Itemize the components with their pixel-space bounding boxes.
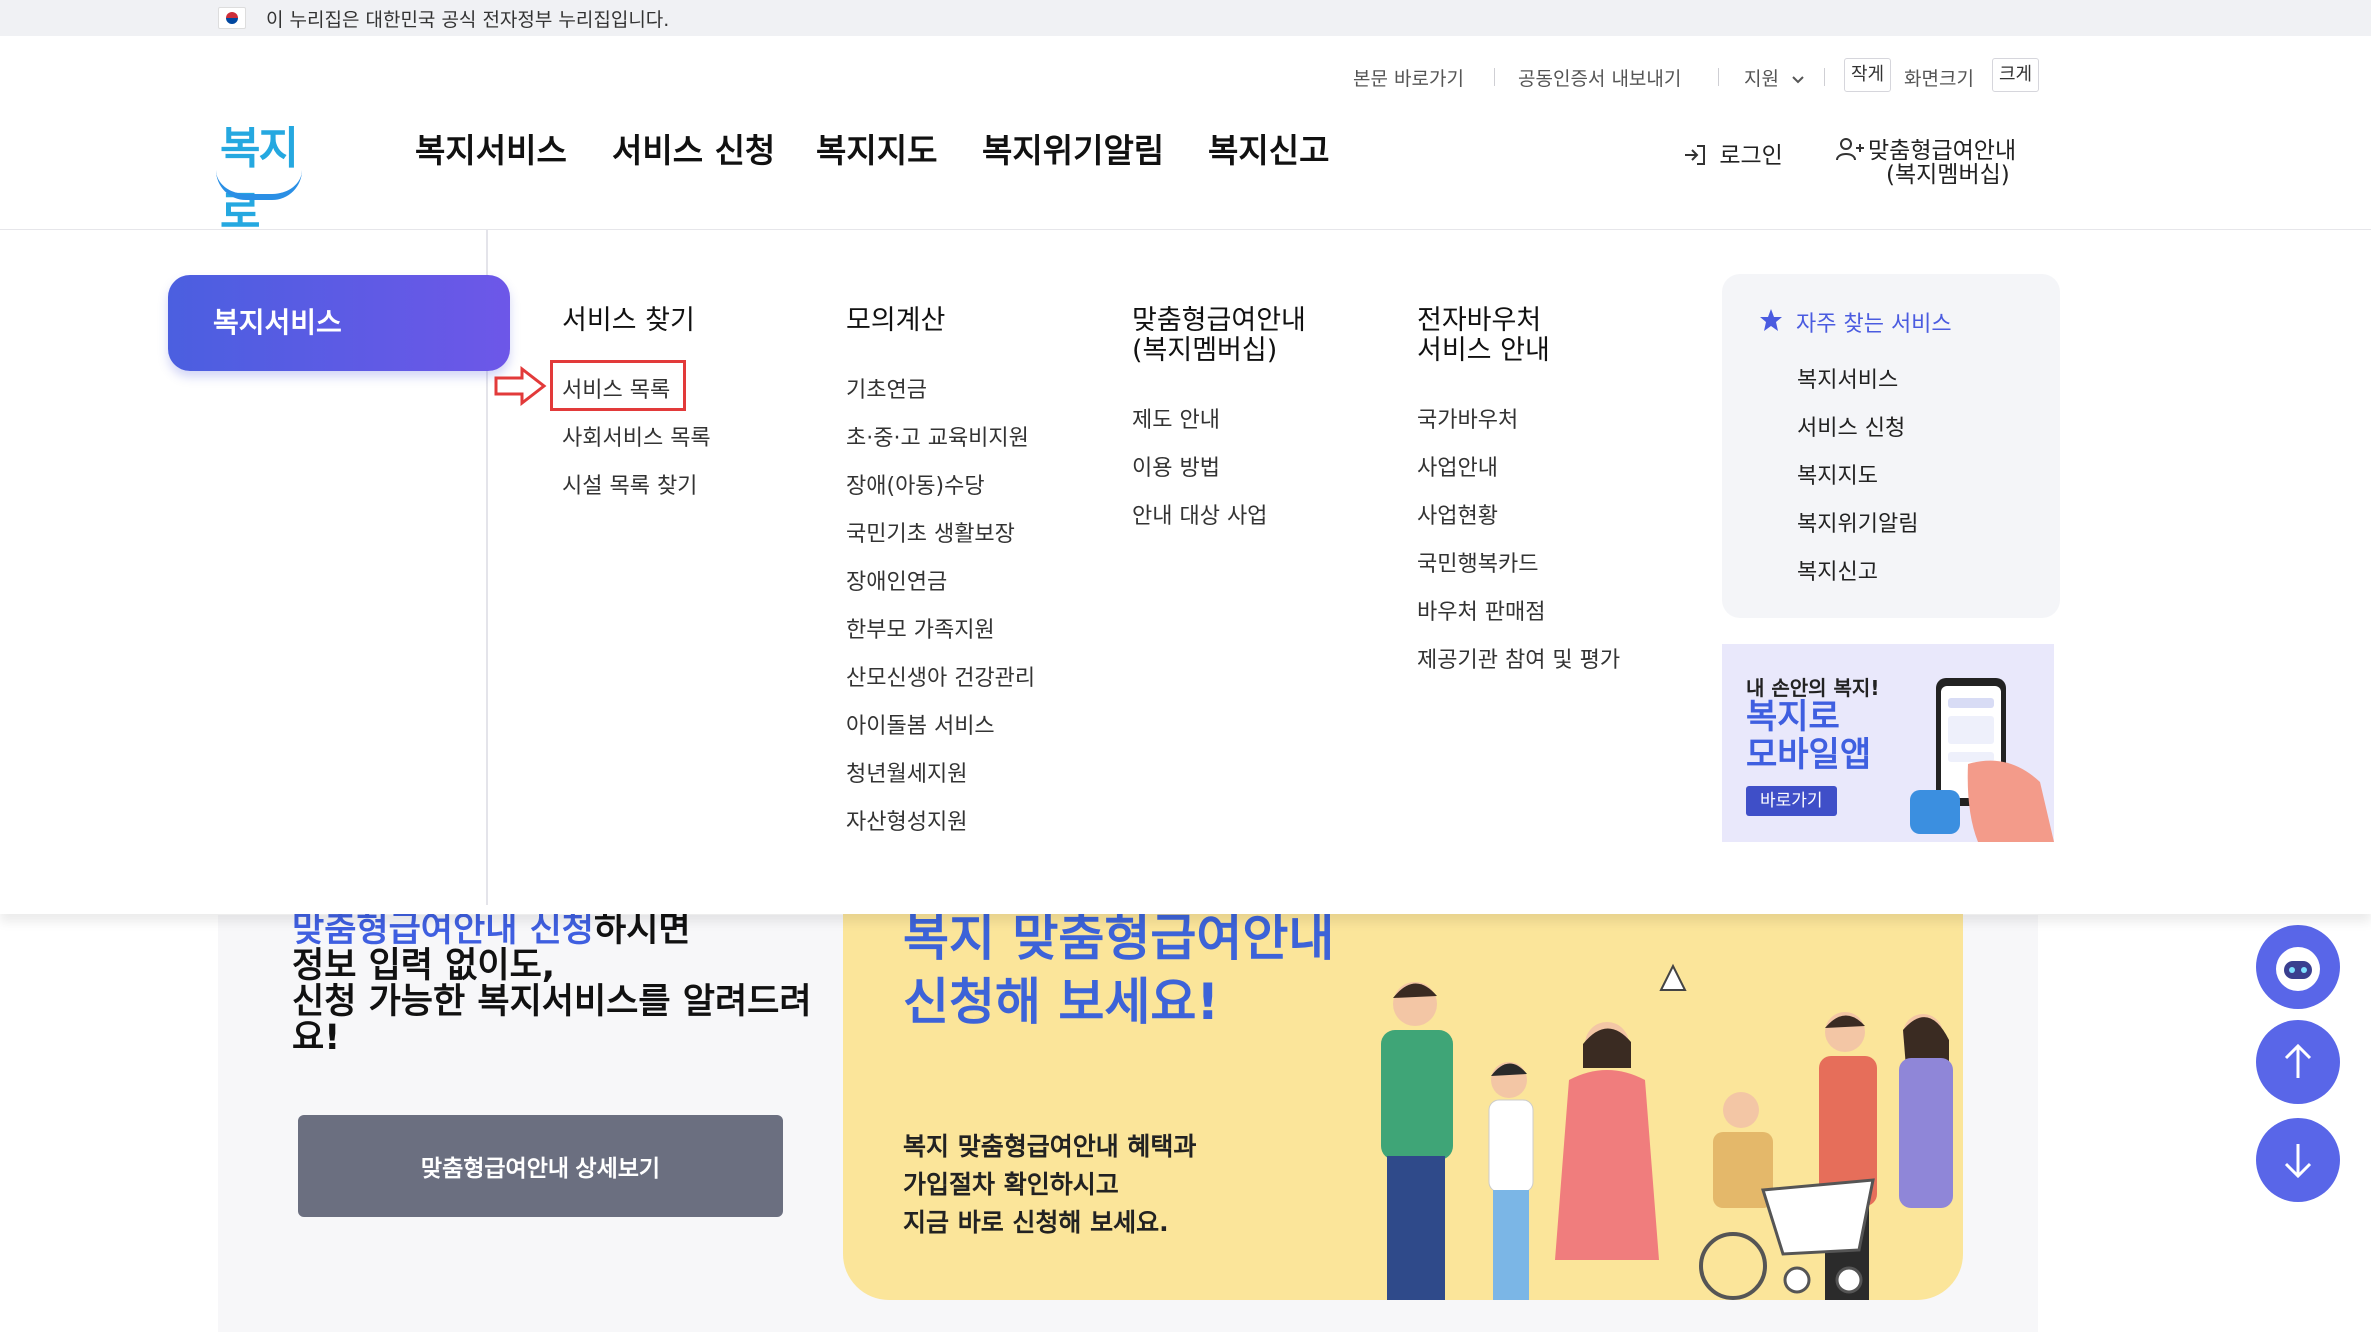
column-title-voucher-line2: 서비스 안내 (1417, 335, 1550, 366)
favorite-item-crisis-alert[interactable]: 복지위기알림 (1797, 506, 1918, 538)
menu-item-how-to-use[interactable]: 이용 방법 (1132, 450, 1220, 482)
site-logo[interactable]: 복지로 (212, 112, 308, 238)
chatbot-button[interactable] (2256, 925, 2340, 1009)
chevron-down-icon (1792, 76, 1804, 84)
menu-item-service-list[interactable]: 서비스 목록 (562, 372, 670, 404)
menu-item-childcare-service[interactable]: 아이돌봄 서비스 (846, 708, 995, 740)
column-title-voucher-line1: 전자바우처 (1417, 305, 1542, 336)
promo-line4: 요! (292, 1018, 341, 1058)
family-illustration (1381, 963, 1953, 1300)
skip-to-content-link[interactable]: 본문 바로가기 (1353, 64, 1464, 91)
column-title-simulation: 모의계산 (846, 305, 946, 336)
gnb-welfare-report[interactable]: 복지신고 (1208, 124, 1329, 172)
banner-description: 복지 맞춤형급여안내 혜택과 가입절차 확인하시고 지금 바로 신청해 보세요. (903, 1128, 1196, 1242)
banner-title-line2: 신청해 보세요! (903, 973, 1220, 1031)
gnb-crisis-alert[interactable]: 복지위기알림 (982, 124, 1164, 172)
favorite-item-service-apply[interactable]: 서비스 신청 (1797, 410, 1905, 442)
scroll-top-button[interactable] (2256, 1020, 2340, 1104)
gnb-welfare-service[interactable]: 복지서비스 (415, 124, 567, 172)
divider (1824, 68, 1825, 86)
menu-item-program-info[interactable]: 사업안내 (1417, 450, 1498, 482)
arrow-up-icon (2284, 1043, 2312, 1078)
menu-item-disability-child-allowance[interactable]: 장애(아동)수당 (846, 468, 985, 500)
divider (1494, 68, 1495, 86)
phone-illustration (1910, 678, 2054, 842)
login-button[interactable]: 로그인 (1682, 136, 1783, 170)
menu-item-voucher-store[interactable]: 바우처 판매점 (1417, 594, 1545, 626)
gov-notice-bar: 이 누리집은 대한민국 공식 전자정부 누리집입니다. (0, 0, 2371, 36)
column-title-membership-line1: 맞춤형급여안내 (1132, 305, 1306, 336)
support-label: 지원 (1744, 68, 1779, 90)
promo-text: 맞춤형급여안내 신청하시면 정보 입력 없이도, 신청 가능한 복지서비스를 알… (292, 912, 812, 1056)
menu-item-target-programs[interactable]: 안내 대상 사업 (1132, 498, 1267, 530)
membership-banner[interactable]: 복지 맞춤형급여안내 신청해 보세요! 복지 맞춤형급여안내 혜택과 가입절차 … (843, 880, 1963, 1300)
banner-desc-line2: 가입절차 확인하시고 (903, 1170, 1119, 1199)
membership-label-line1: 맞춤형급여안내 (1868, 138, 2017, 164)
red-arrow-icon (494, 366, 547, 406)
login-label: 로그인 (1719, 143, 1783, 169)
app-banner-title: 복지로 모바일앱 (1746, 698, 1871, 774)
promo-line3: 신청 가능한 복지서비스를 알려드려 (292, 982, 812, 1022)
favorites-panel: 자주 찾는 서비스 복지서비스 서비스 신청 복지지도 복지위기알림 복지신고 (1722, 274, 2060, 618)
menu-item-maternity-care[interactable]: 산모신생아 건강관리 (846, 660, 1035, 692)
menu-item-education-support[interactable]: 초·중·고 교육비지원 (846, 420, 1029, 452)
menu-item-facility-list[interactable]: 시설 목록 찾기 (562, 468, 697, 500)
menu-item-disability-pension[interactable]: 장애인연금 (846, 564, 947, 596)
menu-item-asset-building[interactable]: 자산형성지원 (846, 804, 967, 836)
app-banner-go-button[interactable]: 바로가기 (1746, 786, 1837, 816)
menu-item-system-guide[interactable]: 제도 안내 (1132, 402, 1220, 434)
membership-button[interactable]: 맞춤형급여안내 (복지멤버십) (1836, 136, 2016, 187)
menu-item-youth-rent[interactable]: 청년월세지원 (846, 756, 967, 788)
cert-export-link[interactable]: 공동인증서 내보내기 (1518, 64, 1681, 91)
robot-icon (2276, 947, 2320, 991)
column-title-membership-line2: (복지멤버십) (1132, 335, 1278, 366)
menu-item-provider-evaluation[interactable]: 제공기관 참여 및 평가 (1417, 642, 1620, 674)
menu-item-basic-livelihood[interactable]: 국민기초 생활보장 (846, 516, 1015, 548)
banner-desc-line3: 지금 바로 신청해 보세요. (903, 1208, 1169, 1237)
scroll-bottom-button[interactable] (2256, 1118, 2340, 1202)
menu-item-national-voucher[interactable]: 국가바우처 (1417, 402, 1518, 434)
gnb-welfare-map[interactable]: 복지지도 (816, 124, 937, 172)
star-icon (1760, 309, 1782, 331)
font-large-button[interactable]: 크게 (1992, 58, 2040, 92)
menu-item-happiness-card[interactable]: 국민행복카드 (1417, 546, 1538, 578)
column-title-membership: 맞춤형급여안내 (복지멤버십) (1132, 306, 1306, 366)
promo-line2: 정보 입력 없이도, (292, 946, 556, 986)
promo-highlight: 맞춤형급여안내 신청 (292, 910, 594, 950)
app-banner-title-line1: 복지로 (1746, 697, 1840, 737)
mobile-app-banner[interactable]: 내 손안의 복지! 복지로 모바일앱 바로가기 (1722, 644, 2054, 842)
menu-item-single-parent[interactable]: 한부모 가족지원 (846, 612, 995, 644)
mega-menu-active-category[interactable]: 복지서비스 (168, 275, 510, 371)
user-add-icon (1836, 138, 1864, 161)
column-title-voucher: 전자바우처 서비스 안내 (1417, 306, 1550, 366)
site-header: 본문 바로가기 공동인증서 내보내기 지원 작게 화면크기 크게 복지로 복지서… (0, 36, 2371, 238)
favorite-item-welfare-map[interactable]: 복지지도 (1797, 458, 1878, 490)
menu-item-program-status[interactable]: 사업현황 (1417, 498, 1498, 530)
banner-desc-line1: 복지 맞춤형급여안내 혜택과 (903, 1132, 1197, 1161)
divider (1718, 68, 1719, 86)
gnb-service-apply[interactable]: 서비스 신청 (612, 124, 775, 172)
arrow-down-icon (2284, 1144, 2312, 1179)
app-banner-title-line2: 모바일앱 (1746, 735, 1872, 775)
favorite-item-welfare-service[interactable]: 복지서비스 (1797, 362, 1898, 394)
korea-flag-icon (218, 7, 246, 29)
font-size-label: 화면크기 (1904, 68, 1974, 90)
font-small-button[interactable]: 작게 (1844, 58, 1892, 92)
favorite-item-welfare-report[interactable]: 복지신고 (1797, 554, 1878, 586)
column-title-service-find: 서비스 찾기 (562, 305, 695, 336)
membership-label-line2: (복지멤버십) (1886, 162, 2010, 188)
menu-item-basic-pension[interactable]: 기초연금 (846, 372, 927, 404)
favorites-title: 자주 찾는 서비스 (1796, 312, 1952, 337)
gov-notice-text: 이 누리집은 대한민국 공식 전자정부 누리집입니다. (266, 9, 670, 31)
membership-detail-button[interactable]: 맞춤형급여안내 상세보기 (298, 1115, 783, 1217)
mega-menu: 복지서비스 서비스 찾기 서비스 목록 사회서비스 목록 시설 목록 찾기 모의… (0, 230, 2371, 914)
support-dropdown[interactable]: 지원 (1744, 64, 1805, 91)
login-icon (1685, 145, 1705, 165)
promo-rest: 하시면 (594, 910, 691, 950)
menu-item-social-service-list[interactable]: 사회서비스 목록 (562, 420, 711, 452)
banner-title-line1: 복지 맞춤형급여안내 (903, 909, 1335, 967)
